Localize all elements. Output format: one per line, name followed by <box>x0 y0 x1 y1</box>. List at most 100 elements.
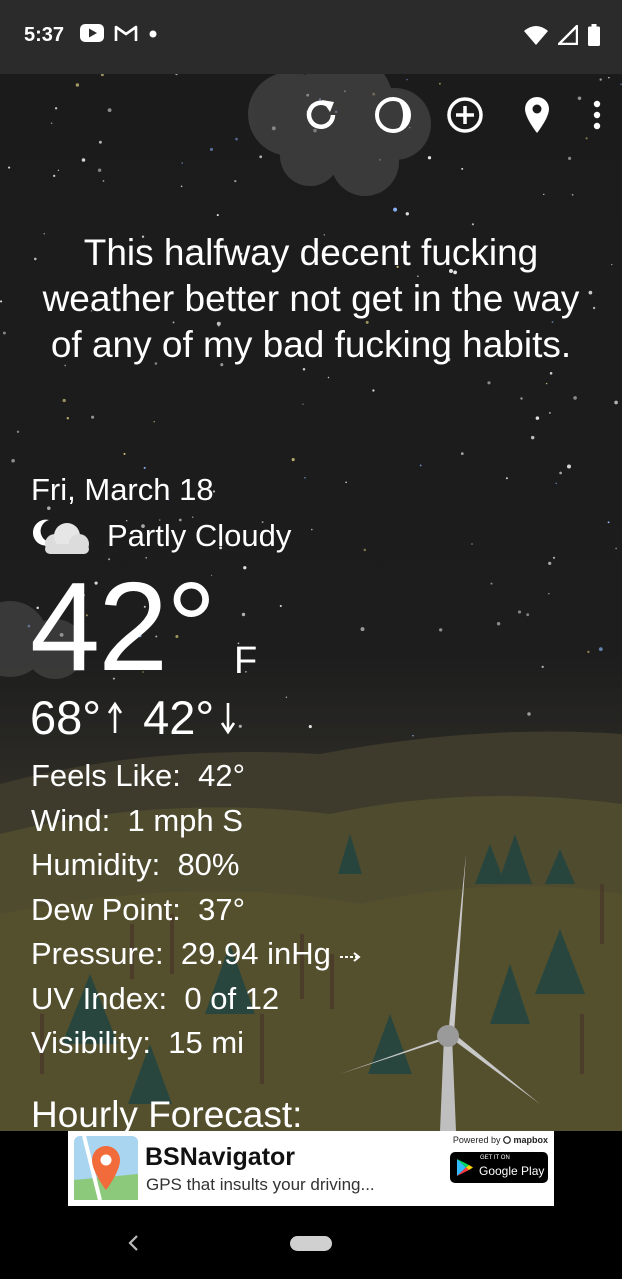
high-temperature: 68° <box>30 691 102 744</box>
star <box>427 156 432 160</box>
status-bar: 5:37 <box>0 0 622 74</box>
detail-label: Feels Like: <box>31 758 181 793</box>
detail-visibility: Visibility: 15 mi <box>31 1021 361 1066</box>
star <box>599 78 602 81</box>
star <box>180 185 183 188</box>
star <box>559 471 562 475</box>
star <box>102 180 105 182</box>
detail-pressure: Pressure: 29.94 inHg <box>31 932 362 977</box>
star <box>545 382 548 385</box>
arrow-up-icon <box>107 701 123 733</box>
weather-screen[interactable]: This halfway decent fucking weather bett… <box>0 74 622 1131</box>
detail-label: Pressure: <box>31 936 164 971</box>
ad-banner[interactable]: BSNavigator GPS that insults your drivin… <box>68 1131 554 1206</box>
star <box>311 528 313 531</box>
condition-label: Partly Cloudy <box>107 518 292 553</box>
star <box>143 466 146 469</box>
star <box>568 156 572 160</box>
star <box>91 415 95 419</box>
theme-button[interactable] <box>374 96 412 134</box>
detail-value: 0 of 12 <box>184 980 280 1016</box>
star <box>34 257 37 261</box>
star <box>571 193 574 196</box>
star <box>234 180 237 183</box>
detail-label: Humidity: <box>31 847 161 882</box>
star <box>471 543 473 545</box>
star <box>327 376 330 379</box>
detail-label: Dew Point: <box>31 891 181 927</box>
detail-value: 29.94 inHg <box>180 936 331 971</box>
star <box>548 411 551 414</box>
star <box>50 122 53 125</box>
battery-icon <box>588 24 600 46</box>
add-location-icon <box>447 97 483 133</box>
star <box>548 561 552 566</box>
star <box>585 137 588 140</box>
star <box>279 604 282 608</box>
add-location-button[interactable] <box>446 96 484 134</box>
star <box>241 612 246 617</box>
mapbox-logo-icon <box>503 1136 511 1144</box>
mapbox-brand: mapbox <box>513 1135 548 1145</box>
map-pin-app-icon <box>74 1136 138 1200</box>
forecast-date: Fri, March 18 <box>31 472 214 507</box>
star <box>487 381 491 385</box>
pressure-steady-arrow-icon <box>340 952 362 962</box>
star <box>460 452 464 455</box>
star <box>123 452 126 455</box>
detail-label: Visibility: <box>31 1025 152 1060</box>
star <box>75 83 80 87</box>
detail-feels-like: Feels Like: 42° <box>31 754 361 799</box>
back-icon[interactable] <box>126 1234 142 1252</box>
star <box>54 107 58 110</box>
detail-uv-index: UV Index: 0 of 12 <box>31 977 361 1022</box>
star <box>526 613 530 617</box>
system-nav-bar <box>0 1206 622 1279</box>
star <box>517 610 522 614</box>
high-low: 68° 42° <box>30 690 236 745</box>
star <box>291 458 295 462</box>
google-play-icon <box>457 1159 473 1176</box>
star <box>552 556 556 559</box>
more-options-button[interactable] <box>590 96 604 134</box>
star <box>302 403 304 405</box>
star <box>611 263 613 266</box>
more-vert-icon <box>593 100 601 130</box>
star <box>209 147 214 151</box>
signal-icon <box>558 25 578 45</box>
toolbar <box>302 96 604 134</box>
star <box>175 74 178 76</box>
star <box>438 82 441 85</box>
powered-by-label: Powered by <box>452 1135 501 1145</box>
refresh-button[interactable] <box>302 96 340 134</box>
star <box>555 482 557 485</box>
wifi-icon <box>524 26 548 45</box>
star <box>302 367 306 371</box>
star <box>588 290 593 295</box>
detail-value: 15 mi <box>168 1025 245 1060</box>
star <box>598 647 603 651</box>
detail-value: 37° <box>198 891 246 927</box>
star <box>419 464 422 467</box>
dot-icon <box>149 30 157 38</box>
location-button[interactable] <box>518 96 556 134</box>
hourly-forecast-heading: Hourly Forecast: <box>31 1094 303 1131</box>
star <box>53 174 56 178</box>
star <box>573 396 577 400</box>
star <box>549 372 553 375</box>
star <box>439 628 443 632</box>
home-pill[interactable] <box>290 1236 332 1251</box>
location-pin-icon <box>525 97 549 133</box>
theme-icon <box>375 97 411 133</box>
star <box>304 477 306 479</box>
star <box>66 417 69 420</box>
arrow-down-icon <box>221 702 236 734</box>
current-condition: Partly Cloudy <box>31 516 291 556</box>
star <box>11 458 15 463</box>
star <box>216 214 219 217</box>
star <box>490 582 493 585</box>
status-time: 5:37 <box>24 24 65 46</box>
star <box>567 464 571 469</box>
star <box>360 627 365 632</box>
google-play-badge[interactable]: GET IT ON Google Play <box>450 1152 548 1183</box>
